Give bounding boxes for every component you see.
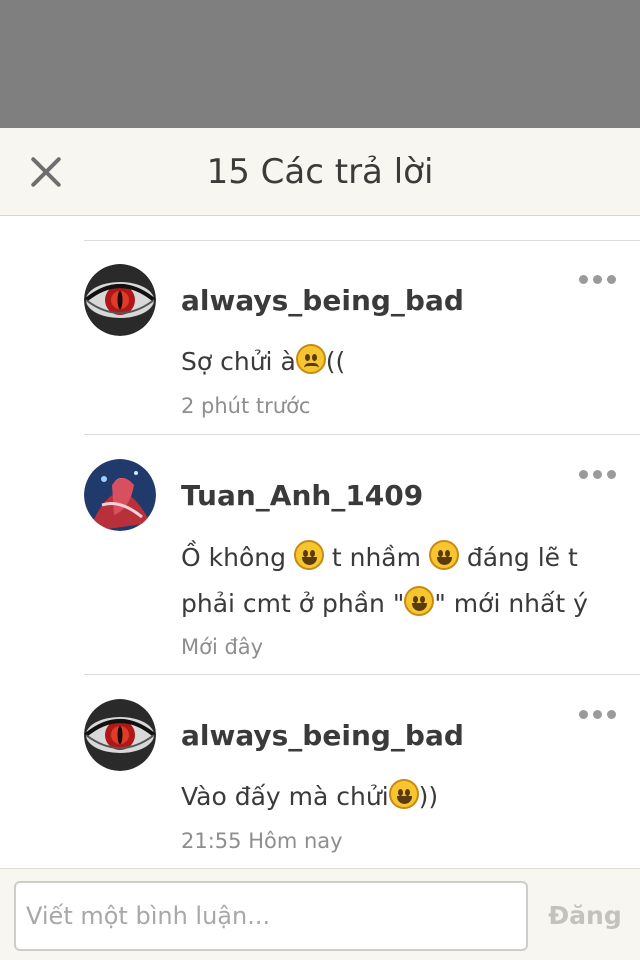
avatar[interactable] xyxy=(84,264,156,336)
grin-emoji-icon xyxy=(428,540,459,570)
comment-text-part: đáng lẽ t xyxy=(458,543,578,572)
comment-time: 2 phút trước xyxy=(181,394,311,418)
comment-text-part: Vào đấy mà chửi xyxy=(181,782,389,811)
comment-text-part: " mới nhất ý xyxy=(434,589,588,618)
comment-composer: Đăng xyxy=(0,868,640,960)
grin-emoji-icon xyxy=(388,779,419,809)
replies-list[interactable]: always_being_bad Sợ chửi à (( 2 phút trướ… xyxy=(0,216,640,868)
comment-input[interactable] xyxy=(14,881,528,951)
comment-text-part: )) xyxy=(418,782,439,811)
comment-text-part: Sợ chửi à xyxy=(181,347,296,376)
more-options-icon[interactable] xyxy=(578,467,618,481)
comment-text-part: (( xyxy=(325,347,346,376)
dim-overlay[interactable] xyxy=(0,0,640,128)
comment-text-part: phải cmt ở phần " xyxy=(181,589,405,618)
red-eye-avatar-image xyxy=(84,699,156,771)
comment-time: Mới đây xyxy=(181,635,264,659)
grin-emoji-icon xyxy=(293,540,324,570)
comment-text: Sợ chửi à (( xyxy=(181,339,601,385)
divider xyxy=(84,240,640,241)
comment-text-part: t nhầm xyxy=(323,543,429,572)
anime-girl-avatar-image xyxy=(84,459,156,531)
more-options-icon[interactable] xyxy=(578,272,618,286)
divider xyxy=(84,674,640,675)
comment-username[interactable]: always_being_bad xyxy=(181,284,464,317)
comment-username[interactable]: always_being_bad xyxy=(181,719,464,752)
comment-time: 21:55 Hôm nay xyxy=(181,829,343,853)
replies-sheet: 15 Các trả lời always_being_bad Sợ chửi … xyxy=(0,128,640,960)
post-button[interactable]: Đăng xyxy=(540,881,630,951)
grin-emoji-icon xyxy=(404,586,435,616)
comment-text: Ồ không t nhầm đáng lẽ t phải cmt ở phần … xyxy=(181,535,601,627)
replies-header: 15 Các trả lời xyxy=(0,128,640,216)
comment-text: Vào đấy mà chửi)) xyxy=(181,774,601,820)
replies-title: 15 Các trả lời xyxy=(206,152,434,192)
divider xyxy=(84,434,640,435)
comment-username[interactable]: Tuan_Anh_1409 xyxy=(181,479,423,512)
frown-emoji-icon xyxy=(295,344,326,374)
red-eye-avatar-image xyxy=(84,264,156,336)
avatar[interactable] xyxy=(84,699,156,771)
more-options-icon[interactable] xyxy=(578,707,618,721)
comment-text-part: Ồ không xyxy=(181,543,294,572)
avatar[interactable] xyxy=(84,459,156,531)
